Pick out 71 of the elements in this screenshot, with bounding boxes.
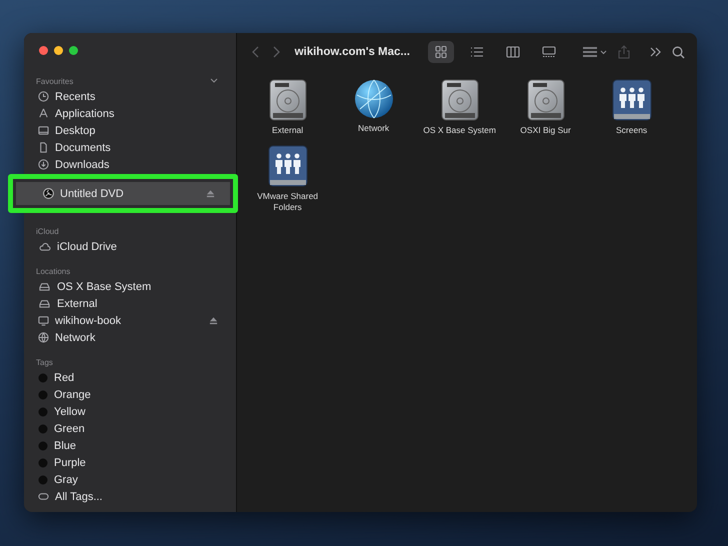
sidebar-item[interactable]: Orange: [30, 386, 226, 403]
hard-drive-icon: [440, 79, 479, 121]
sidebar-item[interactable]: Applications: [30, 105, 226, 122]
sidebar-item[interactable]: Purple: [30, 454, 226, 471]
disc-icon: [43, 188, 54, 199]
eject-icon[interactable]: [206, 189, 215, 198]
back-icon[interactable]: [250, 46, 261, 58]
chevron-down-icon[interactable]: [210, 78, 218, 84]
sidebar-item[interactable]: Gray: [30, 471, 226, 488]
zoom-button[interactable]: [69, 46, 78, 55]
sidebar-item[interactable]: Blue: [30, 437, 226, 454]
search-icon[interactable]: [672, 46, 685, 58]
sidebar-item[interactable]: Red: [30, 369, 226, 386]
hard-drive-icon: [268, 79, 307, 121]
sidebar-item[interactable]: Downloads: [30, 156, 226, 173]
sidebar-item[interactable]: iCloud Drive: [30, 238, 226, 255]
tags-icon: [38, 491, 49, 502]
document-icon: [38, 142, 49, 153]
sidebar-item[interactable]: wikihow-book: [30, 312, 226, 329]
tag-dot-icon: [38, 458, 48, 468]
sidebar-item[interactable]: Documents: [30, 139, 226, 156]
forward-icon[interactable]: [270, 46, 281, 58]
sidebar-item[interactable]: External: [30, 295, 226, 312]
tag-dot-icon: [38, 372, 48, 382]
drive-icon: [38, 298, 51, 309]
tag-dot-icon: [38, 390, 48, 400]
group-menu-icon[interactable]: [582, 46, 608, 58]
desktop-icon: [38, 125, 49, 136]
file-name: External: [270, 125, 304, 136]
section-heading: Tags: [36, 358, 53, 366]
list-view-icon: [470, 46, 484, 58]
shared-folder-drive-icon: [268, 144, 308, 186]
download-icon: [38, 159, 49, 170]
section-heading: Favourites: [36, 76, 74, 86]
file-name: Network: [356, 123, 390, 134]
eject-icon[interactable]: [208, 316, 218, 325]
tag-dot-icon: [38, 440, 48, 450]
sidebar-item[interactable]: Yellow: [30, 403, 226, 420]
close-button[interactable]: [39, 46, 48, 55]
columns-view-icon: [506, 46, 520, 58]
double-chevron-icon[interactable]: [650, 47, 662, 57]
drive-icon: [38, 281, 51, 292]
sidebar-item[interactable]: Desktop: [30, 122, 226, 139]
cloud-icon: [38, 241, 51, 252]
file-name: VMware Shared Folders: [256, 190, 320, 214]
shared-folder-drive-icon: [612, 79, 652, 121]
sidebar-item[interactable]: All Tags...: [30, 488, 226, 505]
sidebar-item[interactable]: OS X Base System: [30, 278, 226, 295]
sidebar-item[interactable]: Untitled DVD: [8, 174, 238, 213]
globe-icon: [354, 79, 394, 119]
tag-dot-icon: [38, 424, 48, 434]
icons-view-button[interactable]: [428, 41, 454, 63]
file-name: OSXI Big Sur: [519, 125, 572, 136]
minimize-button[interactable]: [54, 46, 63, 55]
window-title: wikihow.com's Mac...: [294, 46, 410, 58]
tag-dot-icon: [38, 406, 48, 416]
tag-dot-icon: [38, 474, 48, 484]
computer-icon: [38, 315, 49, 326]
gallery-view-icon: [542, 46, 556, 58]
section-heading: iCloud: [36, 226, 59, 236]
hard-drive-icon: [526, 79, 565, 121]
section-heading: Locations: [36, 266, 70, 276]
file-name: Screens: [614, 125, 648, 136]
file-name: OS X Base System: [422, 125, 497, 136]
apps-icon: [38, 108, 49, 119]
sidebar-item[interactable]: Green: [30, 420, 226, 437]
sidebar-item[interactable]: Network: [30, 329, 226, 346]
sidebar-item[interactable]: Recents: [30, 88, 226, 105]
clock-icon: [38, 91, 49, 102]
icons-view-icon: [434, 46, 448, 58]
globe-icon: [38, 332, 49, 343]
